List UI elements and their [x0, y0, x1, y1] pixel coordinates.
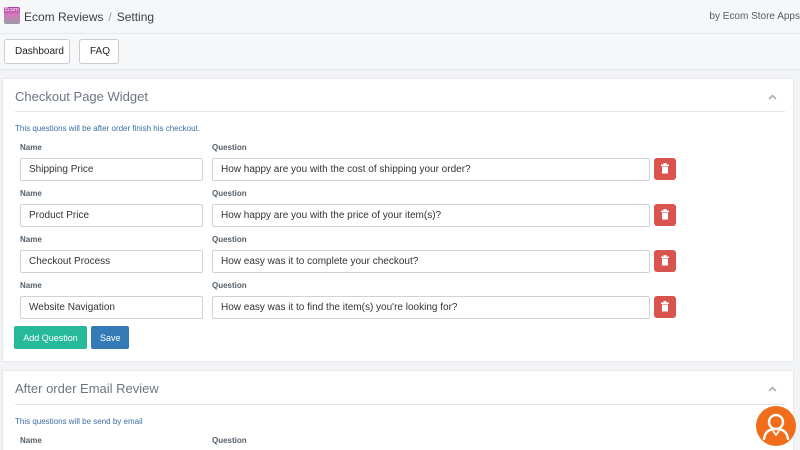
app-logo-text: Ecom — [5, 7, 19, 13]
question-name-input[interactable] — [20, 296, 203, 319]
save-button[interactable]: Save — [91, 326, 129, 349]
vendor-byline: by Ecom Store Apps — [709, 11, 800, 22]
name-column-label: Name — [20, 143, 42, 152]
question-column-label: Question — [212, 235, 247, 244]
question-column-label: Question — [212, 281, 247, 290]
top-bar: Ecom Ecom Reviews / Setting by Ecom Store … — [0, 0, 800, 34]
name-column-label: Name — [20, 189, 42, 198]
question-text-input[interactable] — [212, 296, 650, 319]
name-column-label: Name — [20, 235, 42, 244]
breadcrumb-page: Setting — [116, 10, 155, 24]
trash-icon — [661, 163, 669, 174]
email-review-description: This questions will be send by email — [15, 417, 143, 426]
checkout-widget-description: This questions will be after order finis… — [15, 124, 200, 133]
delete-question-button[interactable] — [654, 158, 676, 180]
chat-widget-button[interactable] — [756, 406, 796, 446]
checkout-widget-title: Checkout Page Widget — [15, 89, 148, 104]
breadcrumb: Ecom Reviews / Setting — [24, 10, 154, 24]
question-name-input[interactable] — [20, 204, 203, 227]
chevron-up-icon[interactable] — [768, 94, 777, 100]
name-column-label: Name — [20, 281, 42, 290]
chevron-up-icon[interactable] — [768, 386, 777, 392]
trash-icon — [661, 301, 669, 312]
breadcrumb-separator: / — [108, 10, 112, 24]
question-text-input[interactable] — [212, 158, 650, 181]
question-name-input[interactable] — [20, 250, 203, 273]
faq-button[interactable]: FAQ — [79, 39, 119, 64]
trash-icon — [661, 255, 669, 266]
question-name-input[interactable] — [20, 158, 203, 181]
delete-question-button[interactable] — [654, 204, 676, 226]
email-review-panel: After order Email Review This questions … — [2, 370, 794, 450]
breadcrumb-app[interactable]: Ecom Reviews — [24, 10, 103, 24]
delete-question-button[interactable] — [654, 296, 676, 318]
email-review-title: After order Email Review — [15, 381, 159, 396]
question-column-label: Question — [212, 143, 247, 152]
checkout-widget-panel: Checkout Page Widget This questions will… — [2, 78, 794, 362]
app-logo: Ecom — [4, 7, 20, 24]
trash-icon — [661, 209, 669, 220]
delete-question-button[interactable] — [654, 250, 676, 272]
nav-bar: Dashboard FAQ — [0, 34, 800, 70]
dashboard-button[interactable]: Dashboard — [4, 39, 70, 64]
add-question-button[interactable]: Add Question — [14, 326, 87, 349]
panel-divider — [15, 404, 785, 405]
name-column-label: Name — [20, 436, 42, 445]
question-text-input[interactable] — [212, 250, 650, 273]
question-column-label: Question — [212, 436, 247, 445]
user-support-icon — [762, 413, 790, 441]
panel-divider — [15, 111, 785, 112]
question-text-input[interactable] — [212, 204, 650, 227]
question-column-label: Question — [212, 189, 247, 198]
